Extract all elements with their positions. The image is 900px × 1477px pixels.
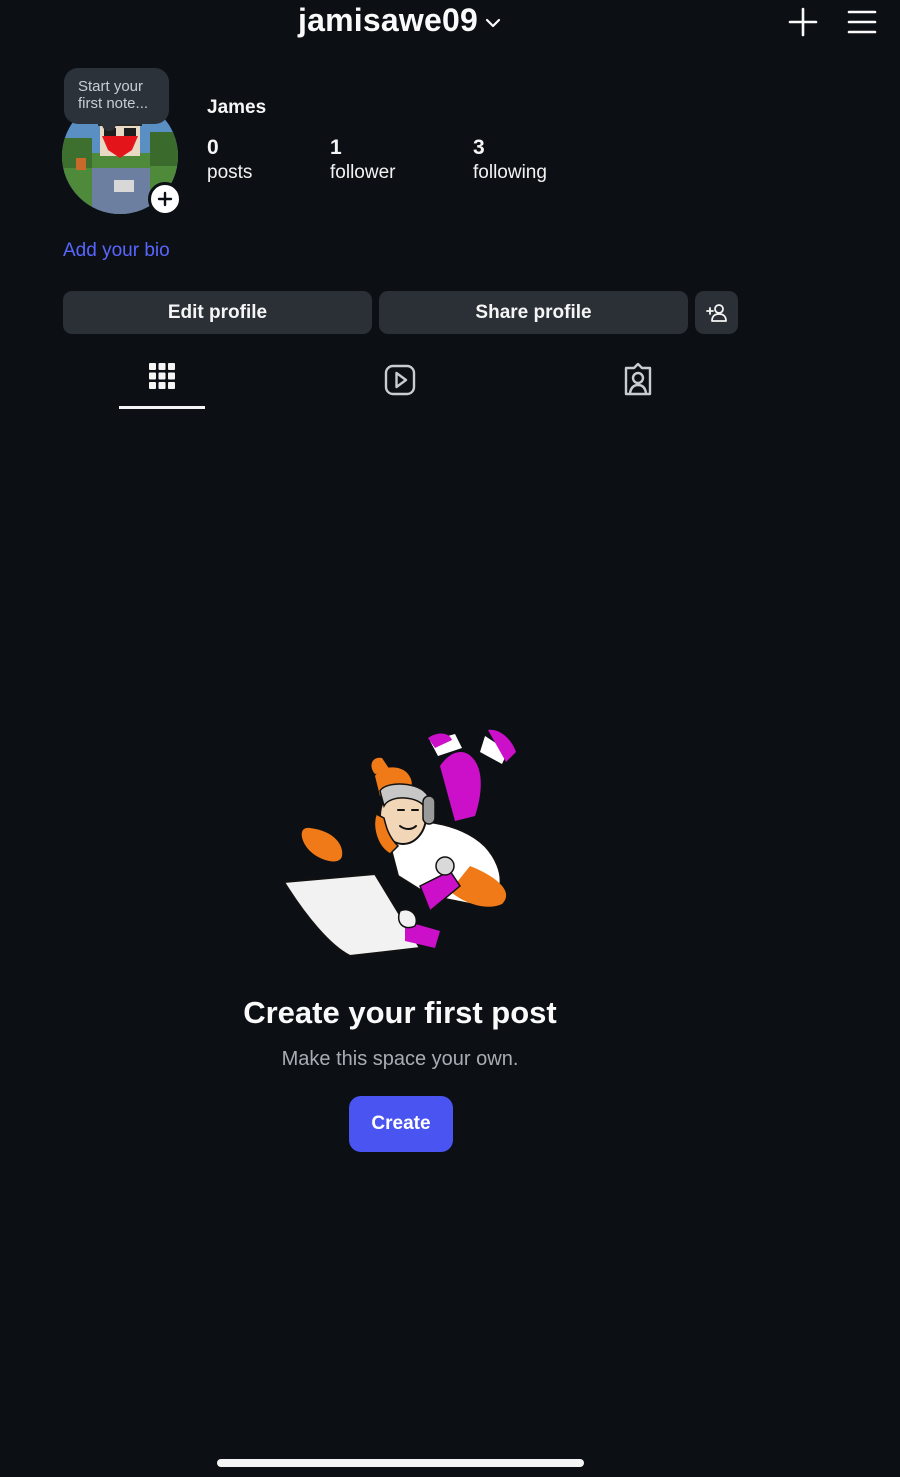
add-person-icon: [705, 303, 727, 322]
tab-reels[interactable]: [357, 360, 443, 410]
tagged-icon: [624, 362, 652, 396]
share-profile-button[interactable]: Share profile: [379, 291, 688, 334]
top-bar: jamisawe09: [0, 0, 900, 48]
empty-state-subtitle: Make this space your own.: [281, 1048, 519, 1070]
create-button[interactable]: Create: [349, 1096, 453, 1152]
tab-tagged[interactable]: [595, 360, 681, 410]
followers-label[interactable]: follower: [330, 160, 395, 186]
followers-count[interactable]: 1: [330, 136, 395, 160]
tab-posts[interactable]: [119, 360, 205, 410]
empty-state-illustration: [282, 729, 516, 958]
plus-icon: [157, 191, 173, 207]
chevron-down-icon[interactable]: [484, 14, 502, 32]
menu-icon[interactable]: [846, 6, 878, 38]
add-bio-link[interactable]: Add your bio: [63, 240, 170, 262]
stat-following[interactable]: 3 following: [473, 136, 547, 186]
reels-icon: [384, 364, 416, 396]
posts-label: posts: [207, 162, 253, 183]
note-placeholder: Start your first note...: [78, 78, 149, 112]
username[interactable]: jamisawe09: [298, 2, 478, 39]
active-tab-indicator: [119, 406, 205, 409]
edit-profile-button[interactable]: Edit profile: [63, 291, 372, 334]
following-count[interactable]: 3: [473, 136, 547, 160]
stat-posts: 0 posts: [207, 136, 252, 186]
empty-state-title: Create your first post: [243, 995, 557, 1030]
following-label[interactable]: following: [473, 160, 547, 186]
posts-count: 0: [207, 136, 219, 159]
grid-icon: [149, 363, 175, 389]
display-name: James: [207, 97, 267, 118]
plus-icon[interactable]: [787, 6, 819, 38]
discover-people-button[interactable]: [695, 291, 738, 334]
account-switcher[interactable]: jamisawe09: [0, 2, 800, 39]
note-bubble[interactable]: Start your first note...: [64, 68, 169, 131]
add-story-button[interactable]: [148, 182, 182, 216]
stat-followers[interactable]: 1 follower: [330, 136, 395, 186]
profile-screen: jamisawe09 Start your first note... Jame…: [0, 0, 900, 1477]
home-indicator[interactable]: [217, 1459, 584, 1467]
